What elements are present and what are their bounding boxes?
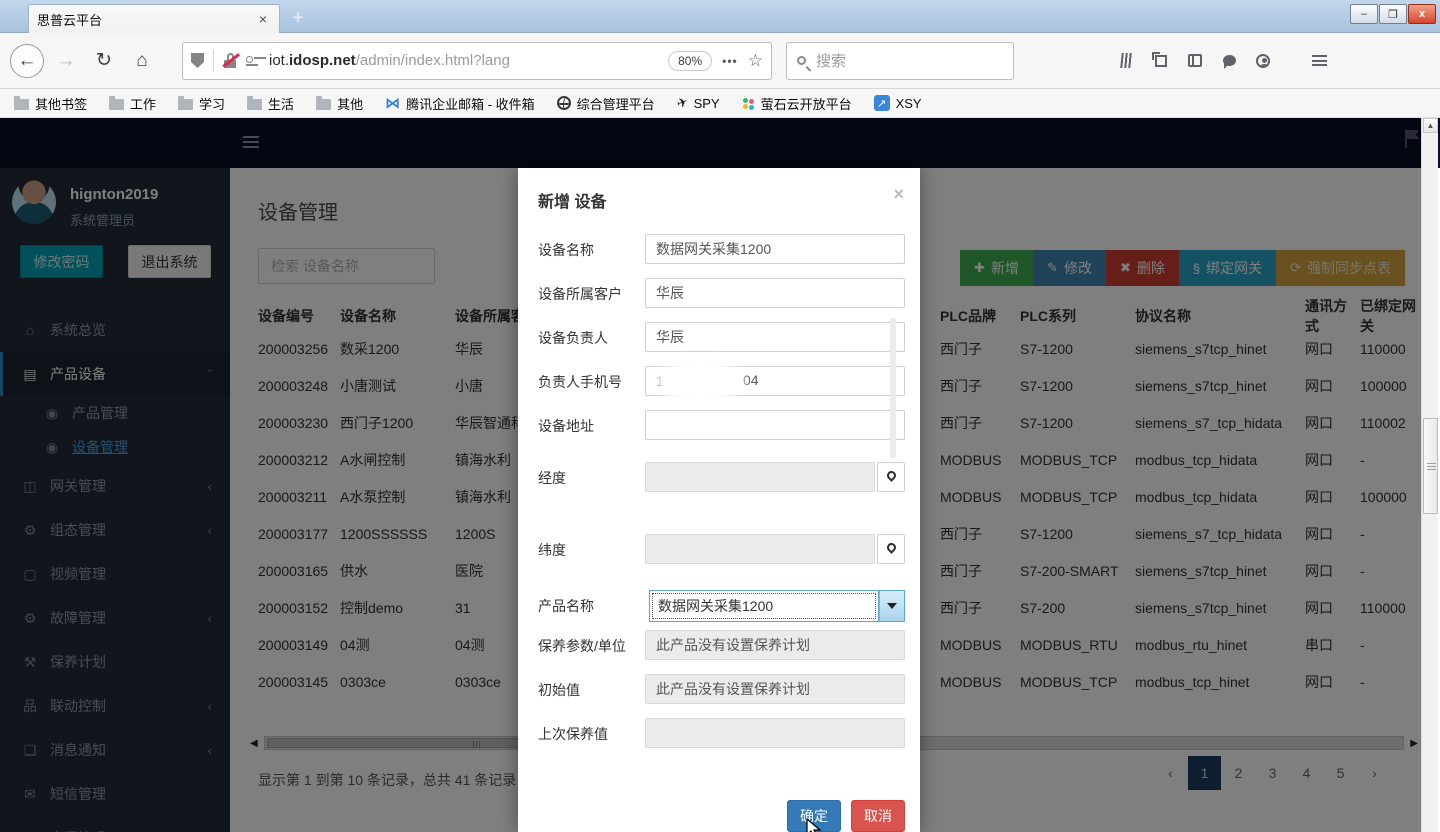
bookmark-folder-misc[interactable]: 其他 (316, 94, 363, 113)
phone-visible-digits: 04 (743, 372, 759, 388)
permissions-icon[interactable] (246, 55, 260, 67)
field-label: 上次保养值 (538, 724, 608, 744)
modal-scrollbar[interactable] (890, 318, 896, 458)
url-bar[interactable]: iot.idosp.net/admin/index.html?lang 80% … (182, 42, 772, 80)
select-dropdown-button[interactable] (879, 590, 905, 622)
xsy-icon: ↗ (874, 95, 890, 111)
map-pin-button[interactable] (877, 462, 905, 492)
screenshot-icon[interactable] (1144, 46, 1178, 76)
privacy-blur (656, 358, 744, 404)
bookmark-folder-other[interactable]: 其他书签 (14, 94, 87, 113)
new-tab-button[interactable]: + (292, 8, 304, 28)
customer-input[interactable]: 华辰 (645, 278, 905, 308)
latitude-input (645, 534, 875, 564)
page-actions-icon[interactable]: ••• (722, 54, 738, 68)
messages-icon[interactable] (1212, 46, 1246, 76)
caret-down-icon (887, 603, 897, 614)
reload-button[interactable]: ↻ (88, 45, 120, 77)
library-icon[interactable] (1110, 46, 1144, 76)
browser-navbar: ← → ↻ ⌂ iot.idosp.net/admin/index.html?l… (0, 33, 1440, 89)
maintain-param-input: 此产品没有设置保养计划 (645, 630, 905, 660)
folder-icon (316, 99, 331, 110)
bookmark-star-icon[interactable]: ☆ (748, 51, 763, 71)
url-text: iot.idosp.net/admin/index.html?lang (269, 52, 668, 69)
folder-icon (14, 99, 29, 110)
bookmark-xsy[interactable]: ↗XSY (874, 95, 922, 111)
mail-icon: ⋈ (385, 96, 400, 111)
device-name-input[interactable]: 数据网关采集1200 (645, 234, 905, 264)
tracking-shield-icon[interactable] (191, 53, 204, 68)
search-icon (797, 56, 806, 65)
manager-input[interactable]: 华辰 (645, 322, 905, 352)
map-pin-icon (885, 469, 898, 482)
field-label: 纬度 (538, 540, 566, 560)
field-label: 设备地址 (538, 416, 594, 436)
map-pin-button[interactable] (877, 534, 905, 564)
bookmark-folder-work[interactable]: 工作 (109, 94, 156, 113)
longitude-input (645, 462, 875, 492)
insecure-lock-icon[interactable] (223, 53, 238, 68)
bookmark-spy[interactable]: ✈SPY (677, 95, 720, 111)
field-label: 设备名称 (538, 240, 594, 260)
bookmarks-bar: 其他书签 工作 学习 生活 其他 ⋈腾讯企业邮箱 - 收件箱 综合管理平台 ✈S… (0, 89, 1440, 118)
tab-title: 思普云平台 (37, 10, 255, 29)
zoom-level-badge[interactable]: 80% (668, 51, 712, 71)
search-placeholder: 搜索 (816, 50, 846, 71)
screen: 思普云平台 × + – ❐ x ← → ↻ ⌂ iot.idosp.net/ad… (0, 0, 1440, 832)
initial-value-input: 此产品没有设置保养计划 (645, 674, 905, 704)
modal-title: 新增 设备 (538, 188, 606, 212)
search-bar[interactable]: 搜索 (786, 42, 1014, 80)
menu-hamburger-icon[interactable] (1302, 46, 1336, 76)
field-label: 设备负责人 (538, 328, 608, 348)
add-device-modal: 新增 设备 × 设备名称 数据网关采集1200 设备所属客户 华辰 设备负责人 … (518, 168, 920, 832)
browser-titlebar: 思普云平台 × + – ❐ x (0, 0, 1440, 33)
field-label: 负责人手机号 (538, 372, 622, 392)
field-label: 初始值 (538, 680, 580, 700)
field-label: 保养参数/单位 (538, 636, 626, 656)
spy-icon: ✈ (674, 94, 690, 113)
forward-button[interactable]: → (50, 45, 82, 77)
sidebar-toggle-icon[interactable] (1178, 46, 1212, 76)
bookmark-folder-study[interactable]: 学习 (178, 94, 225, 113)
page-scrollbar[interactable]: ▲ (1421, 118, 1438, 832)
cancel-button[interactable]: 取消 (851, 800, 905, 832)
bookmark-tencent-mail[interactable]: ⋈腾讯企业邮箱 - 收件箱 (385, 94, 535, 113)
last-maintain-input (645, 718, 905, 748)
scrollbar-thumb[interactable] (1423, 418, 1438, 514)
divider (213, 50, 214, 72)
bookmark-folder-life[interactable]: 生活 (247, 94, 294, 113)
scroll-up-icon[interactable]: ▲ (1423, 118, 1438, 133)
window-close-button[interactable]: x (1408, 4, 1436, 24)
window-restore-button[interactable]: ❐ (1379, 4, 1407, 24)
folder-icon (178, 99, 193, 110)
browser-tab[interactable]: 思普云平台 × (28, 4, 280, 33)
field-label: 产品名称 (538, 596, 594, 616)
account-icon[interactable] (1246, 46, 1280, 76)
ys7-icon (742, 97, 755, 110)
mouse-cursor (806, 818, 822, 832)
field-label: 设备所属客户 (538, 284, 622, 304)
product-select[interactable]: 数据网关采集1200 (649, 590, 879, 622)
home-button[interactable]: ⌂ (126, 45, 158, 77)
window-minimize-button[interactable]: – (1350, 4, 1378, 24)
app-viewport: hignton2019 系统管理员 修改密码 退出系统 ⌂ 系统总览 ▤ 产品设… (0, 118, 1440, 832)
bookmark-ys7-platform[interactable]: 萤石云开放平台 (742, 94, 852, 113)
field-label: 经度 (538, 468, 566, 488)
globe-icon (557, 96, 571, 110)
folder-icon (109, 99, 124, 110)
tab-close-icon[interactable]: × (255, 11, 271, 27)
map-pin-icon (885, 541, 898, 554)
folder-icon (247, 99, 262, 110)
modal-close-icon[interactable]: × (893, 184, 904, 205)
bookmark-mgmt-platform[interactable]: 综合管理平台 (557, 94, 655, 113)
modal-body: 设备名称 数据网关采集1200 设备所属客户 华辰 设备负责人 华辰 负责人手机… (518, 234, 920, 762)
address-input[interactable] (645, 410, 905, 440)
back-button[interactable]: ← (10, 44, 44, 78)
